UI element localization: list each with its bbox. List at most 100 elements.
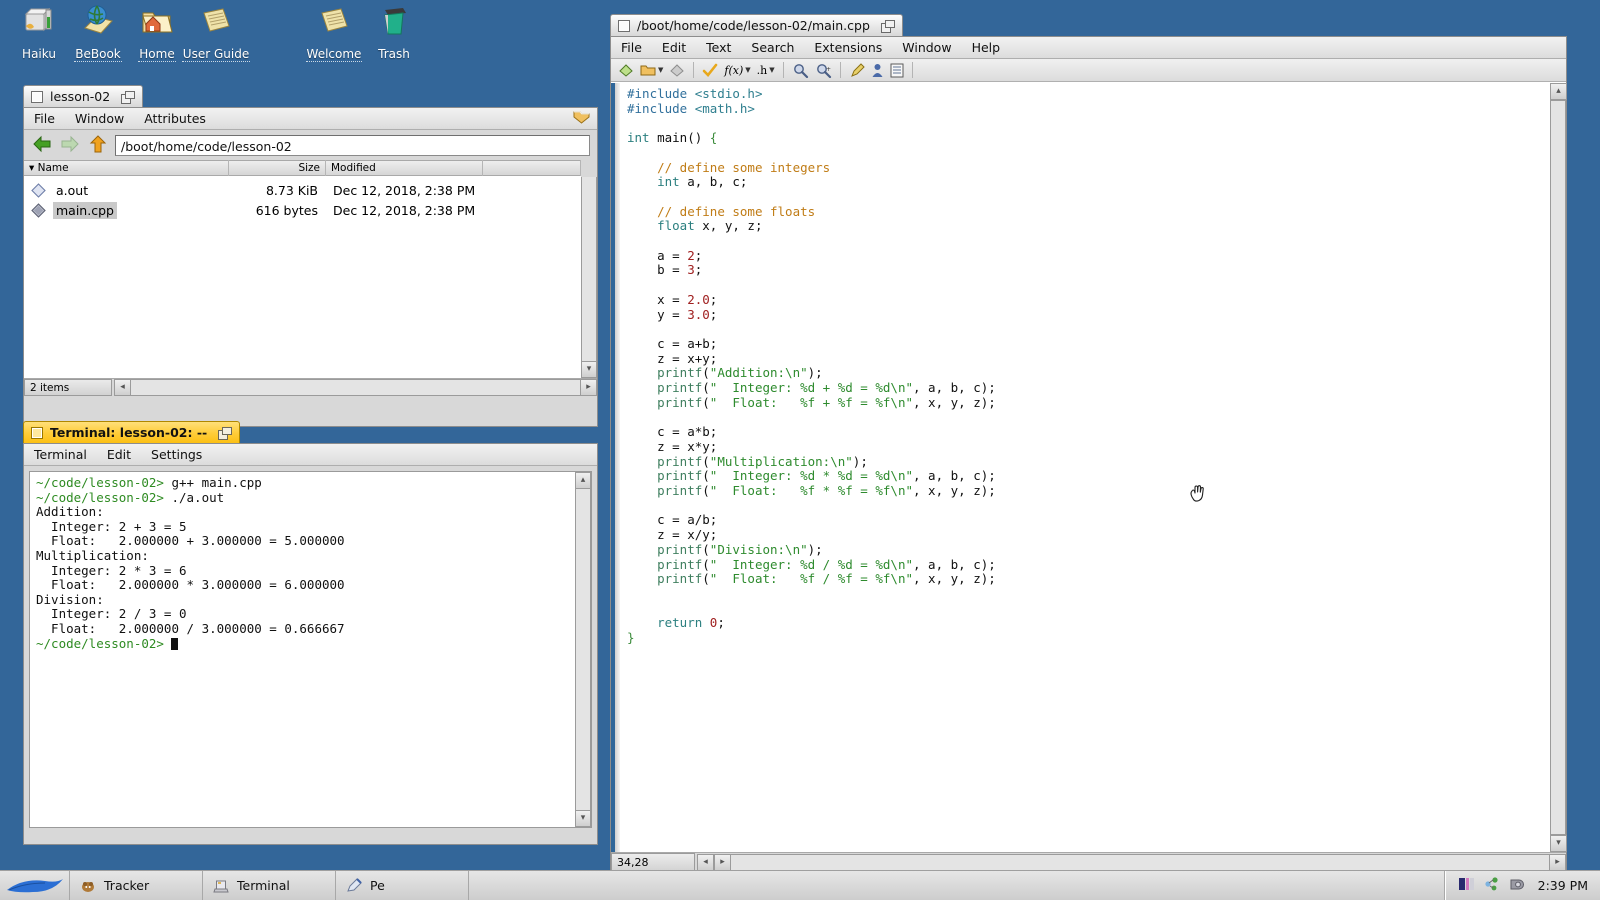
workspaces-icon[interactable] bbox=[1458, 876, 1476, 895]
editor-titlebar[interactable]: /boot/home/code/lesson-02/main.cpp bbox=[610, 14, 1567, 36]
menu-window[interactable]: Window bbox=[65, 109, 134, 128]
terminal-titlebar[interactable]: Terminal: lesson-02: -- bbox=[23, 421, 598, 443]
editor-menubar[interactable]: File Edit Text Search Extensions Window … bbox=[611, 37, 1566, 59]
scroll-down-arrow-icon[interactable]: ▾ bbox=[581, 361, 597, 378]
editor-vertical-scrollbar[interactable]: ▴ ▾ bbox=[1550, 83, 1567, 852]
menu-file[interactable]: File bbox=[611, 38, 652, 57]
tracker-titlebar[interactable]: lesson-02 bbox=[23, 85, 598, 107]
deskbar[interactable]: Tracker Terminal Pe 2:39 PM bbox=[0, 870, 1600, 900]
save-document-icon[interactable] bbox=[667, 62, 687, 79]
terminal-window-tab[interactable]: Terminal: lesson-02: -- bbox=[23, 421, 241, 443]
tracker-column-headers[interactable]: ▾ Name Size Modified bbox=[24, 160, 581, 176]
chevron-down-icon[interactable]: ▼ bbox=[769, 66, 774, 74]
desktop-icon-user-guide[interactable]: User Guide bbox=[177, 4, 255, 62]
back-arrow-icon[interactable] bbox=[31, 135, 53, 155]
scroll-right-arrow-small-icon[interactable]: ▸ bbox=[714, 853, 731, 871]
editor-code-area[interactable]: #include <stdio.h> #include <math.h> int … bbox=[611, 83, 1566, 852]
volume-icon[interactable] bbox=[1508, 876, 1524, 895]
table-row[interactable]: main.cpp 616 bytes Dec 12, 2018, 2:38 PM bbox=[24, 200, 581, 220]
zoom-button[interactable] bbox=[121, 90, 136, 104]
column-header-name[interactable]: ▾ Name bbox=[24, 160, 229, 176]
terminal-menubar[interactable]: Terminal Edit Settings bbox=[24, 444, 597, 466]
editor-window-tab[interactable]: /boot/home/code/lesson-02/main.cpp bbox=[610, 14, 903, 36]
menu-settings[interactable]: Settings bbox=[141, 445, 212, 464]
terminal-active-prompt-line[interactable]: ~/code/lesson-02> bbox=[36, 636, 569, 652]
scrollbar-trough[interactable] bbox=[575, 489, 591, 810]
menu-window[interactable]: Window bbox=[892, 38, 961, 57]
chevron-down-icon[interactable]: ▼ bbox=[745, 66, 750, 74]
tracker-horizontal-scrollbar[interactable]: ◂ ▸ bbox=[114, 379, 597, 396]
close-button[interactable] bbox=[31, 426, 43, 439]
scroll-up-arrow-icon[interactable]: ▴ bbox=[575, 472, 591, 489]
source-code-text[interactable]: #include <stdio.h> #include <math.h> int … bbox=[620, 83, 1566, 852]
menu-terminal[interactable]: Terminal bbox=[24, 445, 97, 464]
column-header-size[interactable]: Size bbox=[229, 160, 326, 176]
terminal-window[interactable]: Terminal: lesson-02: -- Terminal Edit Se… bbox=[23, 421, 598, 845]
zoom-button[interactable] bbox=[880, 19, 895, 33]
tracker-window[interactable]: lesson-02 File Window Attributes /boot/h… bbox=[23, 85, 598, 427]
code-token: int bbox=[657, 174, 688, 190]
table-row[interactable]: a.out 8.73 KiB Dec 12, 2018, 2:38 PM bbox=[24, 180, 581, 200]
taskbar-item-tracker[interactable]: Tracker bbox=[70, 871, 203, 900]
menu-extensions[interactable]: Extensions bbox=[804, 38, 892, 57]
forward-arrow-icon[interactable] bbox=[59, 135, 81, 155]
menu-file[interactable]: File bbox=[24, 109, 65, 128]
scrollbar-trough[interactable] bbox=[581, 177, 597, 361]
function-popup[interactable]: f(x) ▼ bbox=[722, 63, 752, 78]
file-name-cell[interactable]: a.out bbox=[24, 182, 229, 199]
scroll-down-arrow-icon[interactable]: ▾ bbox=[575, 810, 591, 827]
editor-horizontal-scrollbar[interactable]: ◂ ▸ ▸ bbox=[697, 853, 1566, 871]
path-input[interactable]: /boot/home/code/lesson-02 bbox=[115, 134, 590, 156]
haiku-leaf-icon[interactable] bbox=[0, 871, 70, 900]
up-arrow-icon[interactable] bbox=[87, 135, 109, 155]
tracker-navigation-bar[interactable]: /boot/home/code/lesson-02 bbox=[24, 130, 597, 160]
menu-text[interactable]: Text bbox=[696, 38, 741, 57]
list-view-icon[interactable] bbox=[888, 62, 906, 79]
taskbar-item-pe[interactable]: Pe bbox=[336, 871, 469, 900]
spellcheck-icon[interactable] bbox=[700, 62, 720, 79]
file-name-cell[interactable]: main.cpp bbox=[24, 201, 229, 219]
scrollbar-trough[interactable] bbox=[131, 379, 580, 396]
taskbar-item-terminal[interactable]: Terminal bbox=[203, 871, 336, 900]
tracker-window-tab[interactable]: lesson-02 bbox=[23, 85, 144, 107]
terminal-vertical-scrollbar[interactable]: ▴ ▾ bbox=[575, 472, 591, 827]
chevron-down-icon[interactable]: ▼ bbox=[658, 66, 663, 74]
new-document-icon[interactable] bbox=[616, 62, 636, 79]
scrollbar-trough[interactable] bbox=[1550, 100, 1566, 835]
scroll-right-arrow-icon[interactable]: ▸ bbox=[1549, 853, 1566, 871]
network-icon[interactable] bbox=[1484, 876, 1500, 895]
terminal-text[interactable]: ~/code/lesson-02> g++ main.cpp ~/code/les… bbox=[30, 472, 575, 827]
column-header-modified[interactable]: Modified bbox=[326, 160, 483, 176]
clock[interactable]: 2:39 PM bbox=[1532, 878, 1588, 893]
scroll-down-arrow-icon[interactable]: ▾ bbox=[1550, 835, 1567, 852]
find-next-icon[interactable]: + bbox=[813, 62, 834, 79]
scroll-left-arrow-icon[interactable]: ◂ bbox=[697, 853, 714, 871]
header-popup[interactable]: .h ▼ bbox=[755, 63, 777, 78]
tracker-file-list[interactable]: a.out 8.73 KiB Dec 12, 2018, 2:38 PM mai… bbox=[24, 176, 581, 378]
zoom-button[interactable] bbox=[218, 426, 233, 440]
tracker-vertical-scrollbar[interactable]: ▾ bbox=[581, 160, 597, 378]
close-button[interactable] bbox=[31, 90, 43, 103]
scrollbar-trough[interactable] bbox=[731, 853, 1549, 871]
tracker-menubar[interactable]: File Window Attributes bbox=[24, 108, 597, 130]
menu-edit[interactable]: Edit bbox=[652, 38, 696, 57]
menu-search[interactable]: Search bbox=[741, 38, 804, 57]
editor-window[interactable]: /boot/home/code/lesson-02/main.cpp File … bbox=[610, 14, 1567, 872]
terminal-output-area[interactable]: ~/code/lesson-02> g++ main.cpp ~/code/les… bbox=[29, 471, 592, 828]
deskbar-tray[interactable]: 2:39 PM bbox=[1444, 871, 1600, 900]
desktop-icon-trash[interactable]: Trash bbox=[355, 4, 433, 61]
scroll-left-arrow-icon[interactable]: ◂ bbox=[114, 379, 131, 396]
find-icon[interactable] bbox=[790, 62, 811, 79]
edit-pencil-icon[interactable] bbox=[847, 62, 867, 79]
close-button[interactable] bbox=[618, 19, 630, 32]
person-icon[interactable] bbox=[869, 62, 886, 79]
open-folder-icon[interactable]: ▼ bbox=[638, 62, 665, 79]
scroll-right-arrow-icon[interactable]: ▸ bbox=[580, 379, 597, 396]
menu-attributes[interactable]: Attributes bbox=[134, 109, 216, 128]
scroll-up-arrow-icon[interactable]: ▴ bbox=[1550, 83, 1567, 100]
editor-toolbar[interactable]: ▼ f(x) ▼ .h ▼ + bbox=[611, 59, 1566, 82]
menu-edit[interactable]: Edit bbox=[97, 445, 141, 464]
menu-help[interactable]: Help bbox=[962, 38, 1011, 57]
folder-filter-icon[interactable] bbox=[573, 110, 597, 128]
